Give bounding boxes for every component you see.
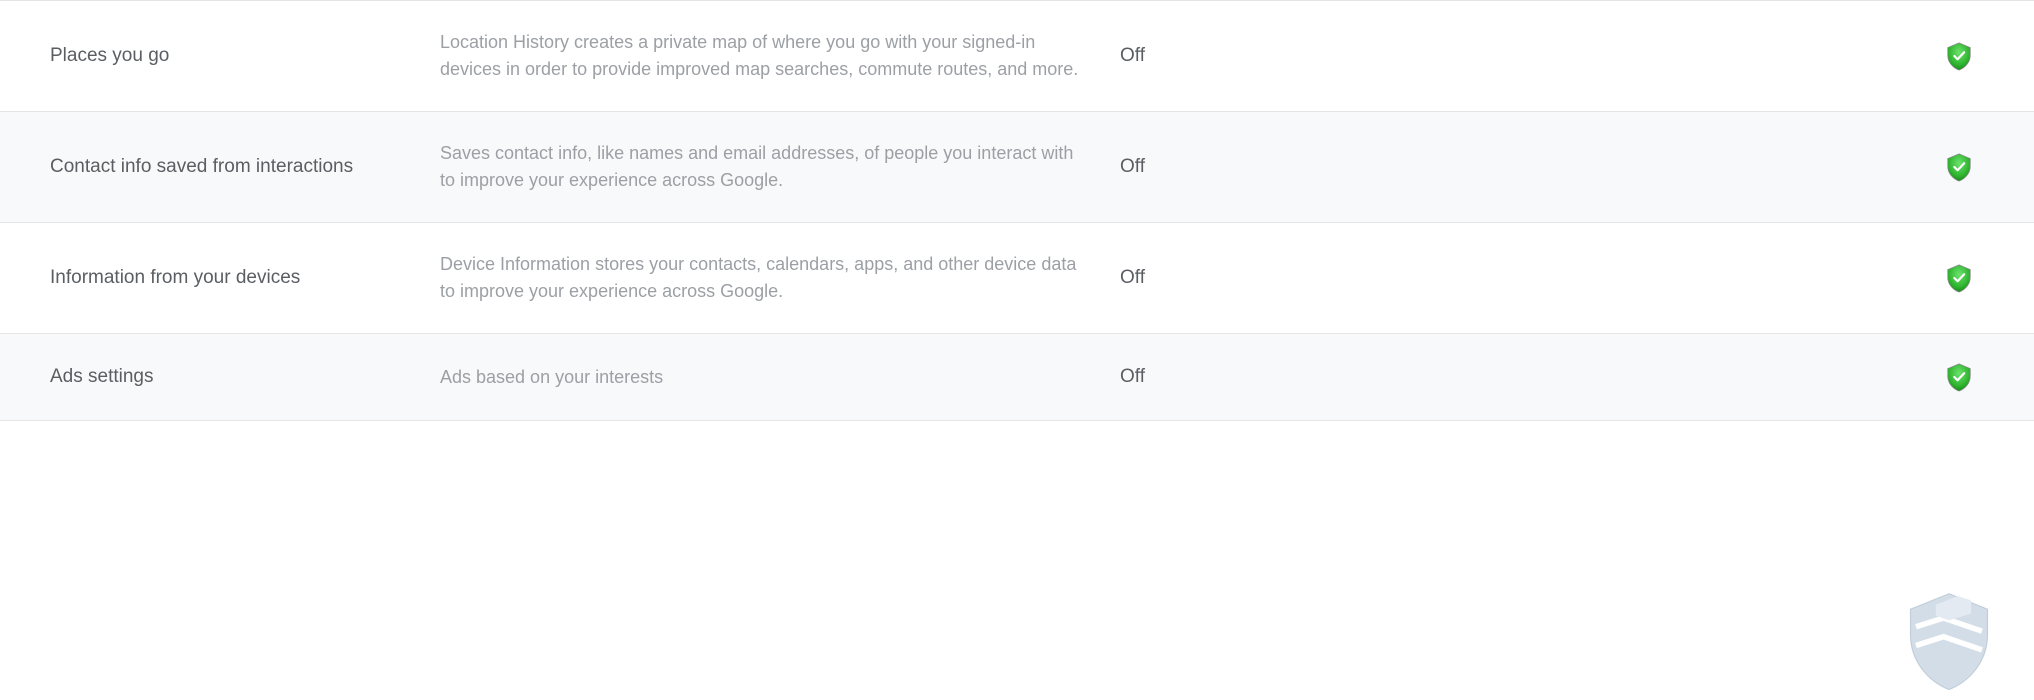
setting-status: Off [1100,112,1450,223]
shield-check-icon [1944,263,1974,293]
setting-status: Off [1100,223,1450,334]
setting-title: Ads settings [0,334,420,421]
watermark-shield-icon [1894,585,2004,695]
setting-description: Device Information stores your contacts,… [420,223,1100,334]
setting-title: Contact info saved from interactions [0,112,420,223]
setting-title: Information from your devices [0,223,420,334]
table-row[interactable]: Places you go Location History creates a… [0,1,2034,112]
privacy-settings-table: Places you go Location History creates a… [0,0,2034,421]
table-row[interactable]: Information from your devices Device Inf… [0,223,2034,334]
setting-status: Off [1100,334,1450,421]
table-row[interactable]: Contact info saved from interactions Sav… [0,112,2034,223]
setting-description: Saves contact info, like names and email… [420,112,1100,223]
table-row[interactable]: Ads settings Ads based on your interests… [0,334,2034,421]
shield-check-icon [1944,41,1974,71]
setting-description: Location History creates a private map o… [420,1,1100,112]
setting-title: Places you go [0,1,420,112]
shield-check-icon [1944,362,1974,392]
setting-status: Off [1100,1,1450,112]
setting-description: Ads based on your interests [420,334,1100,421]
shield-check-icon [1944,152,1974,182]
